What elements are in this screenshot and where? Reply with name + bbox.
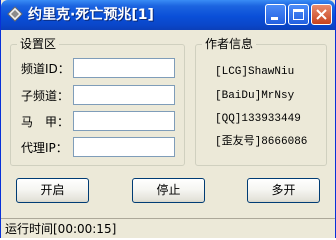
- author-line-waiyou: [歪友号]8666086: [215, 136, 308, 148]
- settings-group-label: 设置区: [17, 37, 60, 51]
- author-line-qq: [QQ]133933449: [215, 113, 301, 125]
- author-line-lcg: [LCG]ShawNiu: [215, 66, 295, 78]
- channel-id-label: 频道ID：: [21, 62, 70, 76]
- maximize-icon: [293, 9, 304, 20]
- proxy-ip-label: 代理IP：: [21, 141, 68, 155]
- maximize-button[interactable]: [288, 4, 309, 25]
- title-bar[interactable]: 约里克·死亡预兆[1]: [1, 0, 335, 30]
- run-time-status: 运行时间[00:00:15]: [5, 222, 117, 236]
- status-bar: 运行时间[00:00:15]: [1, 218, 335, 238]
- author-group-label: 作者信息: [202, 37, 257, 51]
- window-title: 约里克·死亡预兆[1]: [28, 7, 154, 23]
- start-button[interactable]: 开启: [16, 178, 89, 203]
- close-button[interactable]: [311, 4, 332, 25]
- vest-input[interactable]: [73, 111, 175, 131]
- stop-button[interactable]: 停止: [132, 178, 205, 203]
- author-line-baidu: [BaiDu]MrNsy: [215, 90, 295, 102]
- proxy-ip-input[interactable]: [73, 137, 175, 157]
- minimize-button[interactable]: [265, 4, 286, 25]
- channel-id-input[interactable]: [73, 58, 175, 78]
- sub-channel-label: 子频道：: [21, 89, 70, 103]
- multi-open-button[interactable]: 多开: [247, 178, 320, 203]
- app-icon: [7, 6, 23, 22]
- app-window: 约里克·死亡预兆[1] 设置区 频道ID： 子频道： 马 甲： 代理IP： 作者…: [0, 0, 336, 238]
- close-icon: [316, 9, 327, 20]
- minimize-icon: [271, 17, 278, 20]
- sub-channel-input[interactable]: [73, 85, 175, 105]
- vest-label: 马 甲：: [21, 115, 70, 129]
